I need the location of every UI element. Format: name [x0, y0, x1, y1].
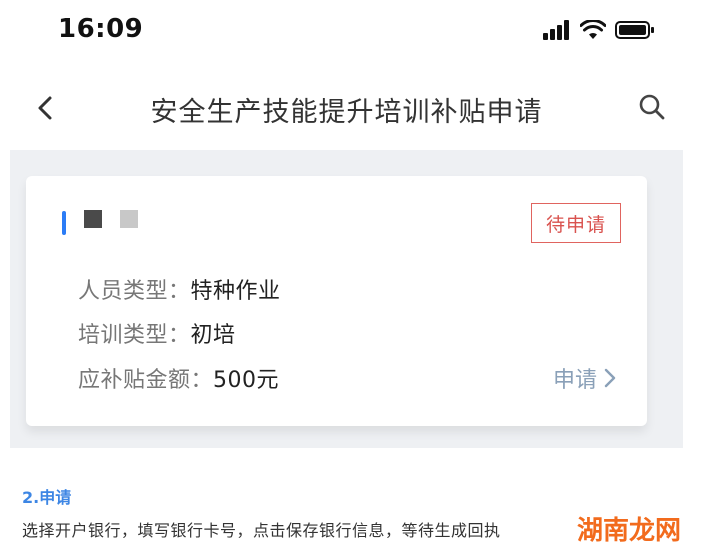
apply-label: 申请 — [552, 368, 597, 393]
section-title: 2.申请 — [22, 488, 72, 507]
status-badge: 待申请 — [531, 203, 621, 243]
apply-button[interactable]: 申请 — [553, 362, 617, 394]
row-label: 应补贴金额： — [78, 368, 214, 393]
redacted-block — [120, 210, 138, 228]
signal-icon — [543, 20, 569, 40]
row-value: 500元 — [213, 368, 280, 393]
battery-icon — [615, 21, 654, 39]
subsidy-card[interactable]: 待申请 人员类型：特种作业 培训类型：初培 应补贴金额：500元 申请 — [26, 176, 647, 426]
page-title: 安全生产技能提升培训补贴申请 — [150, 97, 543, 128]
nav-bar: 安全生产技能提升培训补贴申请 — [10, 72, 683, 144]
row-label: 人员类型： — [78, 279, 191, 304]
chevron-right-icon — [604, 368, 616, 388]
name-redacted — [84, 210, 138, 228]
watermark-logo: 湖南龙网 — [576, 516, 681, 546]
row-value: 初培 — [190, 323, 236, 348]
card-accent-bar — [62, 211, 66, 235]
row-value: 特种作业 — [190, 279, 281, 304]
subsidy-amount-row: 应补贴金额：500元 — [78, 362, 279, 394]
training-type-row: 培训类型：初培 — [78, 317, 236, 349]
wifi-icon — [580, 20, 606, 39]
section-description: 选择开户银行，填写银行卡号，点击保存银行信息，等待生成回执 — [22, 521, 501, 540]
redacted-block — [84, 210, 102, 228]
status-icons — [543, 20, 655, 40]
search-icon[interactable] — [637, 92, 667, 122]
row-label: 培训类型： — [78, 323, 191, 348]
status-bar: 16:09 — [10, 0, 683, 58]
status-time: 16:09 — [58, 14, 144, 44]
personnel-type-row: 人员类型：特种作业 — [78, 273, 281, 305]
